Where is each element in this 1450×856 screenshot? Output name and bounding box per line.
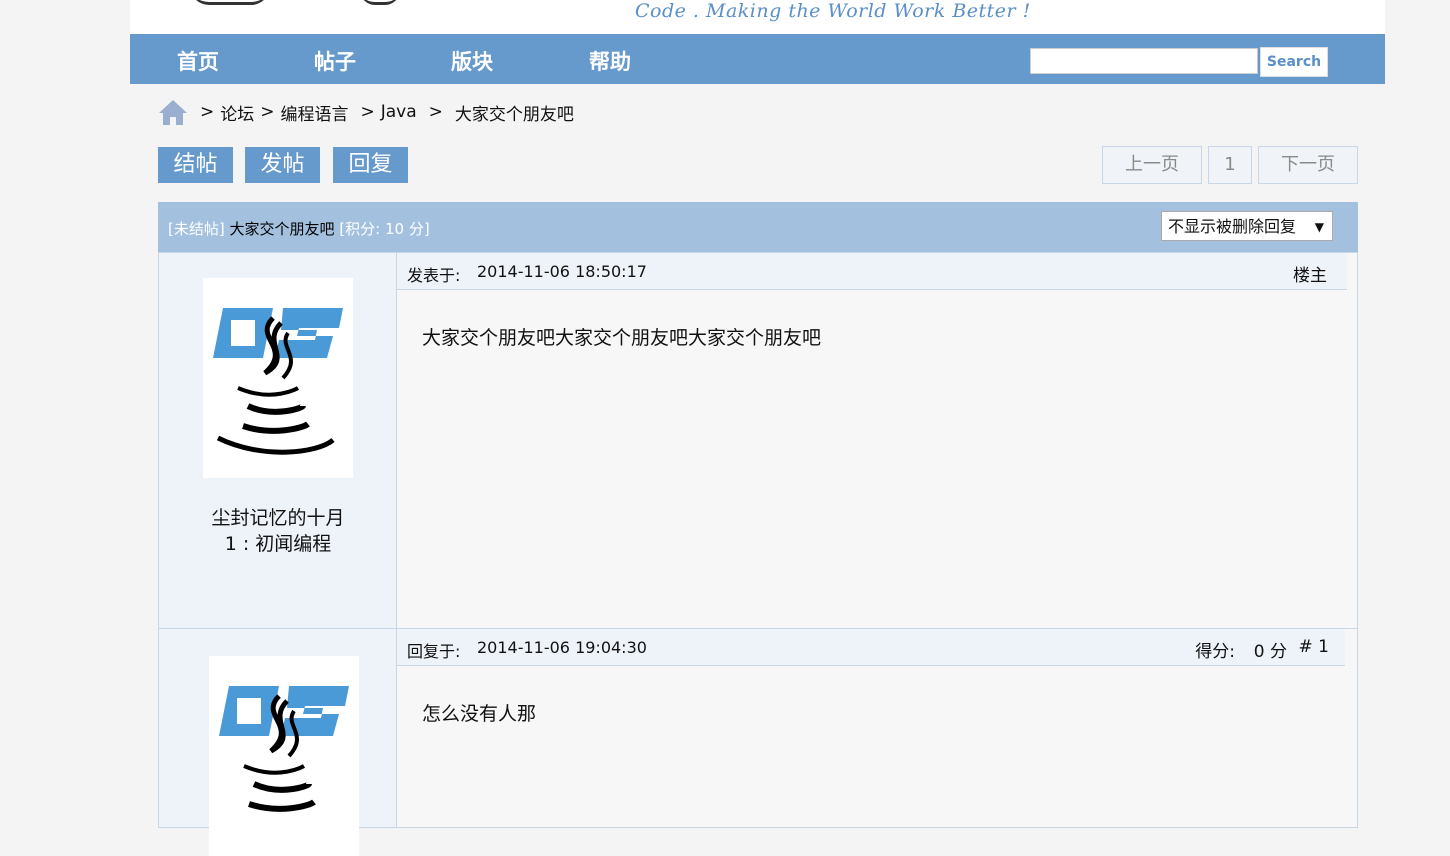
breadcrumb: > 论坛 > 编程语言 > Java > 大家交个朋友吧: [158, 98, 574, 126]
main-nav: 首页 帖子 版块 帮助 Search: [130, 34, 1385, 84]
nav-item-home[interactable]: 首页: [177, 46, 219, 76]
post-content-panel: 回复于: 2014-11-06 19:04:30 得分: 0 分 # 1 怎么没…: [397, 629, 1357, 827]
reply-filter-select[interactable]: 不显示被删除回复 ▼: [1161, 211, 1333, 241]
post-content-panel: 发表于: 2014-11-06 18:50:17 楼主 大家交个朋友吧大家交个朋…: [397, 253, 1357, 629]
user-avatar[interactable]: [209, 656, 359, 856]
post-time: 2014-11-06 19:04:30: [477, 638, 647, 657]
post-meta: 发表于: 2014-11-06 18:50:17 楼主: [397, 253, 1347, 290]
author-name[interactable]: 尘封记忆的十月: [159, 505, 397, 531]
close-topic-button[interactable]: 结帖: [158, 147, 233, 183]
user-avatar[interactable]: [203, 278, 353, 478]
reply-button[interactable]: 回复: [333, 147, 408, 183]
post-time: 2014-11-06 18:50:17: [477, 262, 647, 281]
floor-number: # 1: [1298, 637, 1329, 657]
post-item: 回复于: 2014-11-06 19:04:30 得分: 0 分 # 1 怎么没…: [158, 628, 1358, 856]
score-label: 得分:: [1195, 642, 1235, 662]
logo-mark-secondary: [360, 0, 400, 5]
breadcrumb-current: 大家交个朋友吧: [454, 104, 574, 125]
home-icon[interactable]: [158, 98, 188, 126]
page-number[interactable]: 1: [1208, 146, 1252, 184]
post-body: 怎么没有人那: [422, 703, 537, 725]
site-banner: Code . Making the World Work Better !: [130, 0, 1385, 34]
breadcrumb-separator: >: [200, 102, 215, 122]
search-input[interactable]: [1030, 48, 1258, 74]
new-post-button[interactable]: 发帖: [245, 147, 320, 183]
breadcrumb-separator: >: [428, 102, 443, 122]
breadcrumb-separator: >: [360, 102, 375, 122]
post-body: 大家交个朋友吧大家交个朋友吧大家交个朋友吧: [422, 327, 822, 349]
page: Code . Making the World Work Better ! 首页…: [130, 0, 1385, 856]
nav-item-help[interactable]: 帮助: [589, 46, 631, 76]
logo-mark: [190, 0, 270, 5]
dropdown-arrow-icon: ▼: [1314, 220, 1324, 234]
topic-status-tag: [未结帖]: [168, 220, 225, 238]
topic-points-tag: [积分: 10 分]: [339, 220, 430, 238]
author-rank: 1 : 初闻编程: [224, 533, 332, 555]
post-item: 尘封记忆的十月 1 : 初闻编程 发表于: 2014-11-06 18:50:1…: [158, 252, 1358, 630]
breadcrumb-category[interactable]: 编程语言: [281, 100, 349, 125]
breadcrumb-board[interactable]: Java: [381, 102, 417, 122]
post-meta: 回复于: 2014-11-06 19:04:30 得分: 0 分 # 1: [397, 629, 1345, 666]
nav-item-boards[interactable]: 版块: [451, 46, 493, 76]
breadcrumb-separator: >: [260, 102, 275, 122]
site-slogan: Code . Making the World Work Better !: [635, 0, 1031, 22]
topic-header: [未结帖] 大家交个朋友吧 [积分: 10 分] 不显示被删除回复 ▼: [158, 202, 1358, 252]
post-author-panel: 尘封记忆的十月 1 : 初闻编程: [159, 253, 397, 629]
post-time-label: 发表于:: [407, 266, 461, 285]
reply-filter-value: 不显示被删除回复: [1168, 217, 1297, 236]
nav-item-posts[interactable]: 帖子: [314, 46, 356, 76]
post-time-label: 回复于:: [407, 642, 461, 661]
post-author-panel: [159, 629, 397, 856]
topic-title: 大家交个朋友吧: [229, 220, 335, 238]
floor-label: 楼主: [1293, 266, 1327, 286]
prev-page-button[interactable]: 上一页: [1102, 146, 1202, 184]
score-value: 0 分: [1253, 642, 1287, 662]
topic-title-line: [未结帖] 大家交个朋友吧 [积分: 10 分]: [168, 218, 430, 239]
next-page-button[interactable]: 下一页: [1258, 146, 1358, 184]
breadcrumb-forum[interactable]: 论坛: [220, 100, 254, 125]
search-button[interactable]: Search: [1260, 47, 1328, 77]
